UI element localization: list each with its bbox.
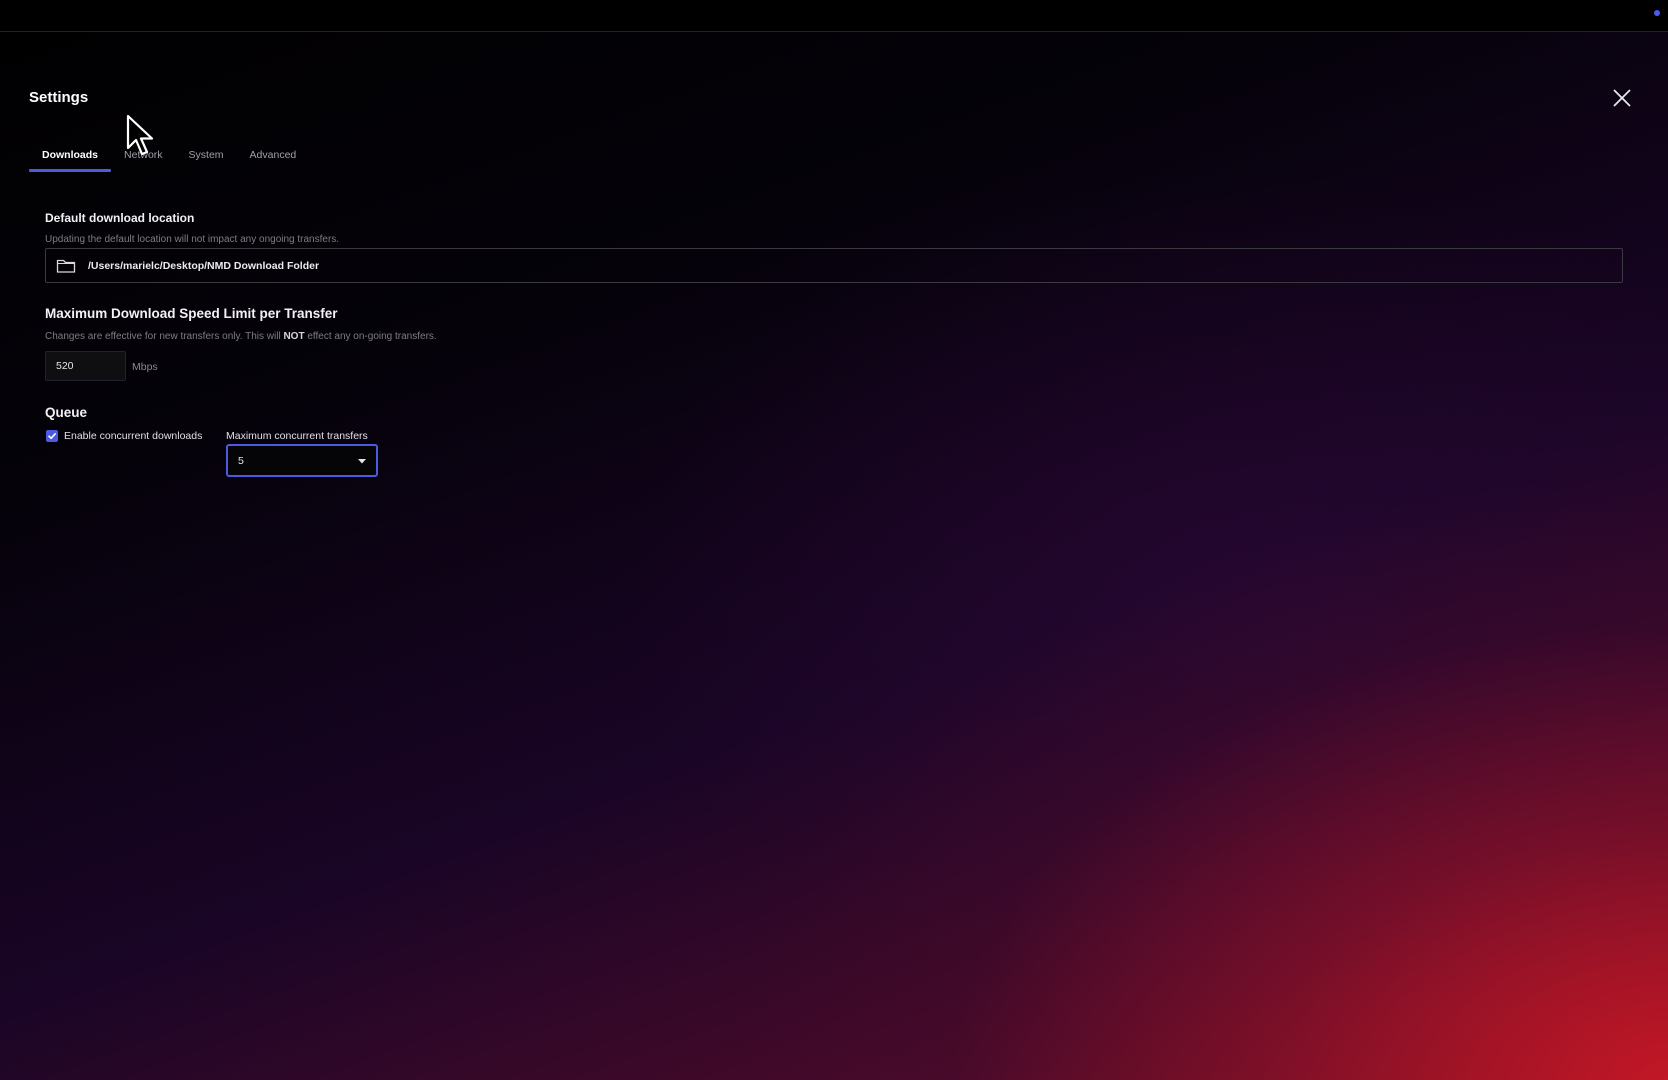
folder-icon xyxy=(56,259,76,273)
max-transfers-value: 5 xyxy=(238,455,244,467)
page-title: Settings xyxy=(29,89,89,106)
tab-network[interactable]: Network xyxy=(111,140,176,172)
speed-limit-input[interactable] xyxy=(45,351,126,381)
speed-limit-unit: Mbps xyxy=(132,361,158,373)
checkmark-icon xyxy=(48,433,56,440)
speed-limit-help: Changes are effective for new transfers … xyxy=(45,331,437,342)
tab-system[interactable]: System xyxy=(176,140,237,172)
speed-limit-title: Maximum Download Speed Limit per Transfe… xyxy=(45,306,338,321)
max-transfers-label: Maximum concurrent transfers xyxy=(226,430,368,442)
close-button[interactable] xyxy=(1611,87,1633,109)
tab-advanced[interactable]: Advanced xyxy=(237,140,310,172)
concurrent-downloads-label[interactable]: Enable concurrent downloads xyxy=(64,430,202,442)
window-top-bar xyxy=(0,0,1668,32)
download-location-path: /Users/marielc/Desktop/NMD Download Fold… xyxy=(88,259,320,272)
close-icon xyxy=(1613,89,1631,107)
download-location-field[interactable]: /Users/marielc/Desktop/NMD Download Fold… xyxy=(45,248,1623,283)
chevron-down-icon xyxy=(358,459,366,464)
tab-downloads[interactable]: Downloads xyxy=(29,140,112,172)
download-location-help: Updating the default location will not i… xyxy=(45,234,340,245)
max-transfers-select[interactable]: 5 xyxy=(226,444,378,477)
download-location-title: Default download location xyxy=(45,211,195,225)
status-dot xyxy=(1654,10,1660,16)
queue-title: Queue xyxy=(45,405,88,420)
settings-tabs: Downloads Network System Advanced xyxy=(29,140,309,172)
concurrent-downloads-checkbox[interactable] xyxy=(46,430,58,442)
